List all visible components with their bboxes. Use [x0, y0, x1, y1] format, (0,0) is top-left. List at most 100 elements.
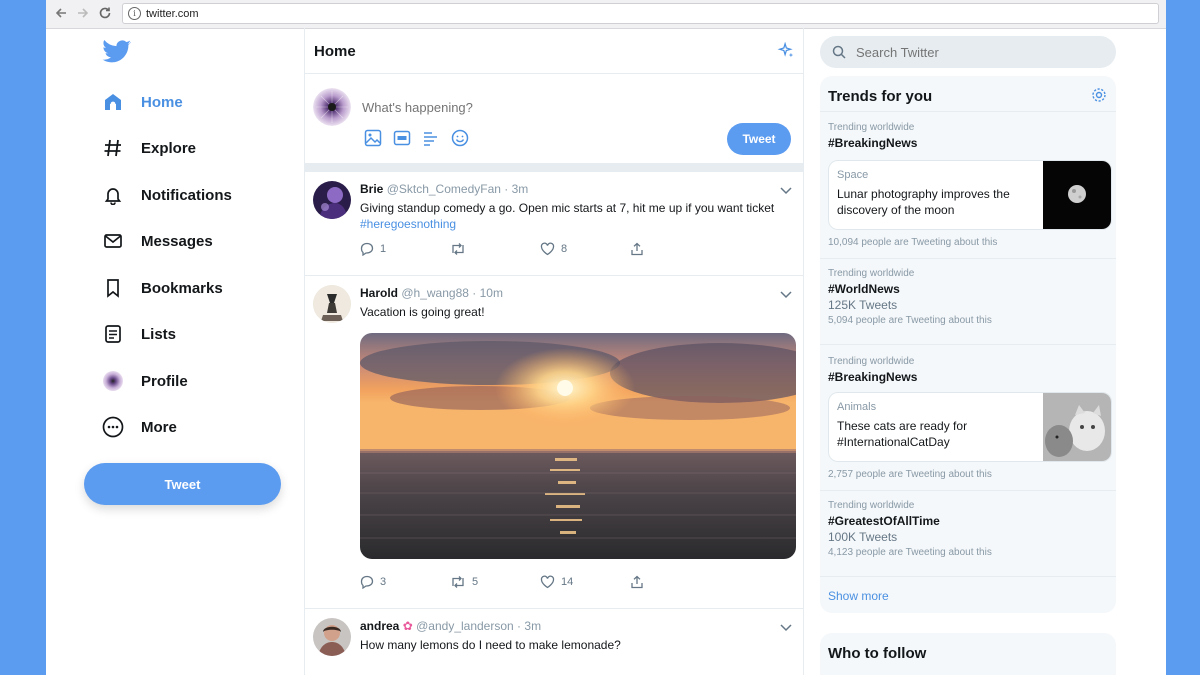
like-button[interactable]: 8	[540, 242, 630, 256]
tweet-dot: ·	[472, 286, 480, 300]
info-icon[interactable]: i	[128, 7, 141, 20]
tweet-actions: 1 8	[360, 242, 720, 256]
trend-name[interactable]: #BreakingNews	[828, 136, 1110, 150]
tweet-button[interactable]: Tweet	[84, 463, 281, 505]
like-button[interactable]: 14	[540, 575, 630, 589]
poll-icon[interactable]	[421, 128, 441, 148]
tweet-handle[interactable]: @Sktch_ComedyFan	[387, 182, 501, 196]
nav-item-lists[interactable]: Lists	[102, 317, 176, 351]
cats-thumbnail	[1043, 393, 1111, 461]
tweet-actions: 3 5 14	[360, 575, 720, 589]
retweet-button[interactable]	[450, 242, 540, 256]
trend-name[interactable]: #GreatestOfAllTime	[828, 514, 1110, 528]
retweet-button[interactable]: 5	[450, 575, 540, 589]
tweet-item[interactable]: Harold @h_wang88 · 10m Vacation is going…	[305, 276, 803, 609]
share-button[interactable]	[630, 575, 720, 589]
sunset-photo[interactable]	[360, 333, 796, 559]
nav-label-notifications: Notifications	[141, 186, 232, 204]
trend-news-card[interactable]: Space Lunar photography improves the dis…	[828, 160, 1112, 230]
trend-context: Trending worldwide	[828, 500, 915, 511]
nav-item-profile[interactable]: Profile	[102, 364, 188, 398]
nav-item-notifications[interactable]: Notifications	[102, 178, 232, 212]
address-bar[interactable]: i twitter.com	[122, 3, 1159, 24]
tweet-author-name[interactable]: Brie	[360, 182, 383, 196]
show-more-link[interactable]: Show more	[828, 589, 889, 603]
emoji-icon[interactable]	[450, 128, 470, 148]
gif-icon[interactable]	[392, 128, 412, 148]
moon-thumbnail	[1043, 161, 1111, 229]
tweet-avatar[interactable]	[313, 181, 351, 219]
tweet-time[interactable]: 3m	[524, 619, 541, 633]
trend-news-card[interactable]: Animals These cats are ready for #Intern…	[828, 392, 1112, 462]
share-button[interactable]	[630, 242, 720, 256]
flower-emoji-icon: ✿	[402, 619, 413, 633]
nav-item-home[interactable]: Home	[102, 85, 183, 119]
chevron-down-icon[interactable]	[779, 287, 793, 301]
chevron-down-icon[interactable]	[779, 183, 793, 197]
tweet-avatar[interactable]	[313, 285, 351, 323]
trends-panel: Trends for you Trending worldwide #Break…	[820, 76, 1116, 613]
tweet-time[interactable]: 3m	[512, 182, 529, 196]
nav-item-messages[interactable]: Messages	[102, 224, 213, 258]
trend-name[interactable]: #BreakingNews	[828, 370, 1110, 384]
card-headline: Lunar photography improves the discovery…	[837, 187, 1010, 217]
composer-tweet-button[interactable]: Tweet	[727, 123, 791, 155]
nav-label-profile: Profile	[141, 372, 188, 390]
composer-avatar[interactable]	[313, 88, 351, 126]
nav-item-more[interactable]: More	[102, 410, 177, 444]
trend-people: 10,094 people are Tweeting about this	[828, 237, 998, 248]
reply-button[interactable]: 3	[360, 575, 450, 589]
tweet-item[interactable]: Brie @Sktch_ComedyFan · 3m Giving standu…	[305, 172, 803, 276]
search-input[interactable]	[854, 43, 1098, 61]
nav-label-more: More	[141, 418, 177, 436]
hashtag-icon	[102, 137, 124, 159]
compose-input[interactable]	[360, 96, 664, 118]
image-icon[interactable]	[363, 128, 383, 148]
chevron-down-icon[interactable]	[779, 620, 793, 634]
trend-context: Trending worldwide	[828, 122, 915, 133]
tweet-time[interactable]: 10m	[480, 286, 503, 300]
reply-button[interactable]: 1	[360, 242, 450, 256]
trend-item[interactable]: Trending worldwide #WorldNews 125K Tweet…	[828, 268, 1110, 326]
tweet-body-text: Giving standup comedy a go. Open mic sta…	[360, 201, 775, 215]
nav-item-explore[interactable]: Explore	[102, 131, 196, 165]
trend-item[interactable]: Trending worldwide #BreakingNews	[828, 356, 1110, 384]
gear-icon[interactable]	[1091, 87, 1107, 103]
trend-item[interactable]: Trending worldwide #BreakingNews	[828, 122, 1110, 150]
reply-count: 3	[380, 576, 387, 588]
who-to-follow-panel: Who to follow	[820, 633, 1116, 675]
back-arrow-icon[interactable]	[52, 4, 70, 22]
search-box[interactable]	[820, 36, 1116, 68]
tweet-header: Brie @Sktch_ComedyFan · 3m	[360, 182, 528, 196]
share-icon	[631, 242, 643, 256]
tweet-author-name[interactable]: andrea	[360, 619, 399, 633]
search-icon	[832, 45, 846, 59]
tweet-composer: Tweet	[305, 74, 803, 163]
reload-icon[interactable]	[96, 4, 114, 22]
trend-stat: 2,757 people are Tweeting about this	[828, 466, 1110, 480]
nav-label-home: Home	[141, 93, 183, 111]
sparkle-icon[interactable]	[777, 42, 795, 60]
trend-name[interactable]: #WorldNews	[828, 282, 1110, 296]
trend-item[interactable]: Trending worldwide #GreatestOfAllTime 10…	[828, 500, 1110, 558]
reply-icon	[360, 575, 374, 589]
retweet-icon	[452, 243, 464, 255]
tweet-avatar[interactable]	[313, 618, 351, 656]
retweet-count: 5	[472, 576, 479, 588]
forward-arrow-icon[interactable]	[74, 4, 92, 22]
tweet-body-text: How many lemons do I need to make lemona…	[360, 638, 621, 652]
who-to-follow-title: Who to follow	[828, 645, 927, 662]
twitter-bird-icon[interactable]	[102, 40, 132, 64]
nav-item-bookmarks[interactable]: Bookmarks	[102, 271, 223, 305]
composer-divider	[305, 163, 803, 172]
tweet-handle[interactable]: @andy_landerson	[416, 619, 514, 633]
more-circle-icon	[102, 416, 124, 438]
trend-divider	[820, 258, 1116, 259]
tweet-author-name[interactable]: Harold	[360, 286, 398, 300]
timeline: Home What's happening? Tweet Brie @Sktch…	[304, 28, 804, 675]
tweet-text: Giving standup comedy a go. Open mic sta…	[360, 200, 790, 232]
tweet-hashtag[interactable]: #heregoesnothing	[360, 217, 456, 231]
trend-context: Trending worldwide	[828, 268, 915, 279]
tweet-item[interactable]: andrea ✿ @andy_landerson · 3m How many l…	[305, 609, 803, 675]
tweet-handle[interactable]: @h_wang88	[401, 286, 469, 300]
